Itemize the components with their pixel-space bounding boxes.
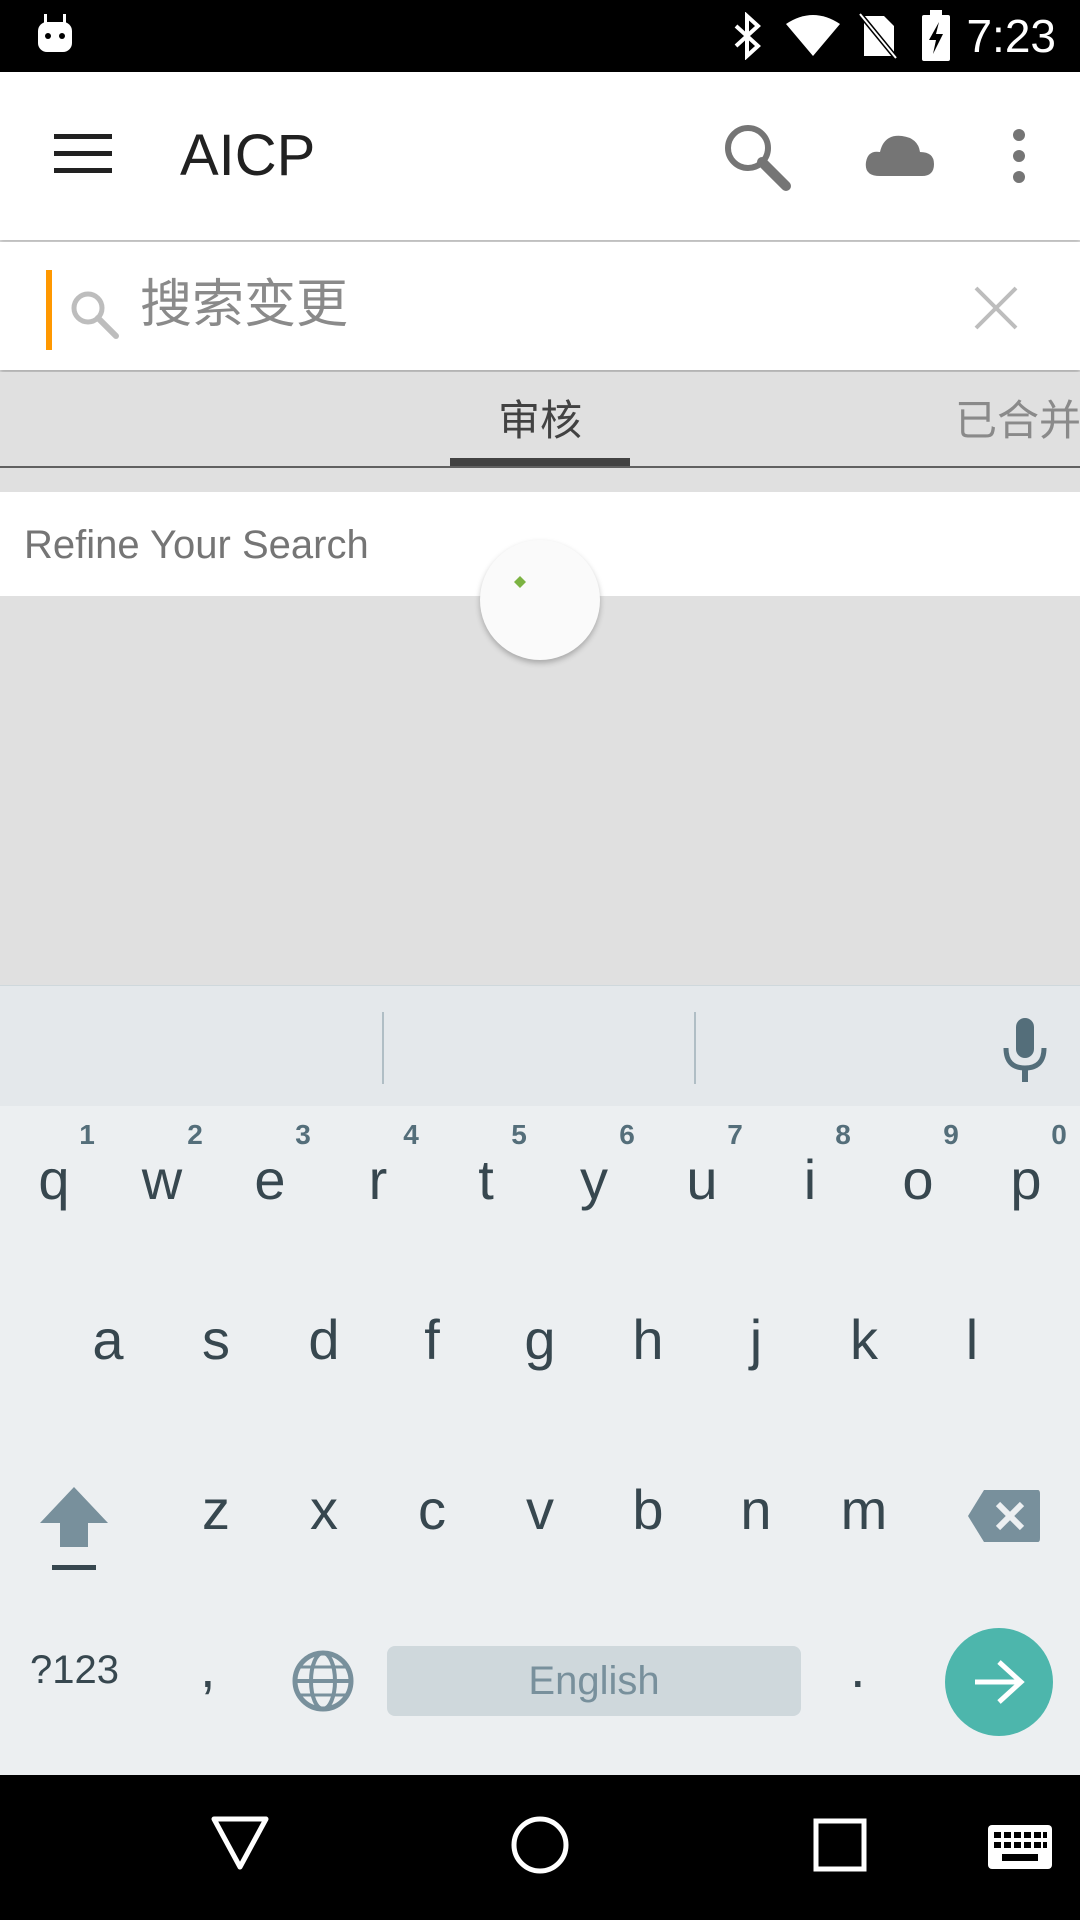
key-letter: s <box>202 1308 230 1371</box>
android-icon <box>38 14 72 52</box>
key-letter: z <box>202 1478 230 1541</box>
key-d[interactable]: d <box>270 1285 378 1445</box>
key-letter: h <box>632 1308 664 1371</box>
enter-button[interactable] <box>945 1628 1053 1736</box>
more-vert-icon[interactable] <box>1010 128 1028 184</box>
key-letter: p <box>1010 1148 1042 1211</box>
shift-icon[interactable] <box>38 1485 110 1575</box>
key-letter: c <box>418 1478 446 1541</box>
soft-keyboard: 1q 2w 3e 4r 5t 6y 7u 8i 9o 0p a s d f g … <box>0 985 1080 1775</box>
key-letter: i <box>803 1148 817 1211</box>
key-letter: g <box>524 1308 556 1371</box>
key-r[interactable]: 4r <box>324 1120 432 1280</box>
key-letter: t <box>478 1148 494 1211</box>
key-z[interactable]: z <box>162 1455 270 1615</box>
key-letter: o <box>902 1148 934 1211</box>
key-letter: r <box>368 1148 388 1211</box>
key-letter: u <box>686 1148 718 1211</box>
key-letter: k <box>850 1308 878 1371</box>
globe-icon[interactable] <box>292 1650 354 1712</box>
key-u[interactable]: 7u <box>648 1120 756 1280</box>
text-cursor <box>46 270 52 350</box>
key-letter: y <box>580 1148 608 1211</box>
refine-search-label: Refine Your Search <box>24 523 369 567</box>
key-m[interactable]: m <box>810 1455 918 1615</box>
key-letter: d <box>308 1308 340 1371</box>
bluetooth-icon <box>734 12 761 60</box>
status-time: 7:23 <box>966 10 1056 62</box>
microphone-icon[interactable] <box>1002 1018 1048 1084</box>
key-o[interactable]: 9o <box>864 1120 972 1280</box>
key-letter: a <box>92 1308 124 1371</box>
key-l[interactable]: l <box>918 1285 1026 1445</box>
period-key[interactable]: . <box>850 1635 866 1700</box>
key-q[interactable]: 1q <box>0 1120 108 1280</box>
tab-bar: 审核 已合并 <box>0 372 1080 468</box>
search-icon[interactable] <box>722 122 792 192</box>
wifi-icon <box>786 15 840 56</box>
comma-key[interactable]: , <box>200 1635 216 1700</box>
home-icon[interactable] <box>510 1815 570 1875</box>
suggestion-strip <box>0 985 1080 1106</box>
key-letter: e <box>254 1148 286 1211</box>
space-bar[interactable]: English <box>387 1646 801 1716</box>
search-field-icon <box>71 291 119 339</box>
key-x[interactable]: x <box>270 1455 378 1615</box>
key-letter: w <box>141 1148 183 1211</box>
loading-spinner <box>480 540 600 660</box>
navigation-bar <box>0 1775 1080 1920</box>
suggestion-divider <box>382 1012 384 1084</box>
symbols-key[interactable]: ?123 <box>30 1645 119 1695</box>
tab-review[interactable]: 审核 <box>450 396 630 446</box>
tab-merged[interactable]: 已合并 <box>955 396 1080 446</box>
key-n[interactable]: n <box>702 1455 810 1615</box>
key-letter: v <box>526 1478 554 1541</box>
key-y[interactable]: 6y <box>540 1120 648 1280</box>
key-letter: n <box>740 1478 772 1541</box>
search-input[interactable] <box>140 272 930 338</box>
key-letter: x <box>310 1478 338 1541</box>
key-p[interactable]: 0p <box>972 1120 1080 1280</box>
key-letter: q <box>38 1148 70 1211</box>
key-t[interactable]: 5t <box>432 1120 540 1280</box>
key-k[interactable]: k <box>810 1285 918 1445</box>
no-sim-icon <box>858 12 898 60</box>
key-b[interactable]: b <box>594 1455 702 1615</box>
key-f[interactable]: f <box>378 1285 486 1445</box>
key-letter: b <box>632 1478 664 1541</box>
tab-indicator <box>450 458 630 466</box>
backspace-icon[interactable] <box>966 1488 1042 1544</box>
key-a[interactable]: a <box>54 1285 162 1445</box>
status-bar: 7:23 <box>0 0 1080 72</box>
spinner-arc-icon <box>514 576 526 588</box>
recents-icon[interactable] <box>812 1817 868 1873</box>
key-h[interactable]: h <box>594 1285 702 1445</box>
key-letter: j <box>749 1308 763 1371</box>
suggestion-divider <box>694 1012 696 1084</box>
battery-charging-icon <box>922 10 950 61</box>
key-e[interactable]: 3e <box>216 1120 324 1280</box>
key-w[interactable]: 2w <box>108 1120 216 1280</box>
key-letter: m <box>840 1478 888 1541</box>
key-i[interactable]: 8i <box>756 1120 864 1280</box>
key-letter: l <box>965 1308 979 1371</box>
menu-icon[interactable] <box>54 132 112 176</box>
cloud-icon[interactable] <box>864 132 936 178</box>
key-v[interactable]: v <box>486 1455 594 1615</box>
app-title: AICP <box>180 123 316 188</box>
toolbar: AICP <box>0 72 1080 240</box>
key-c[interactable]: c <box>378 1455 486 1615</box>
key-j[interactable]: j <box>702 1285 810 1445</box>
keyboard-icon[interactable] <box>988 1825 1052 1869</box>
key-s[interactable]: s <box>162 1285 270 1445</box>
key-letter: f <box>424 1308 440 1371</box>
clear-search-icon[interactable] <box>974 286 1018 330</box>
key-g[interactable]: g <box>486 1285 594 1445</box>
back-icon[interactable] <box>210 1815 270 1871</box>
search-bar <box>0 242 1080 370</box>
arrow-right-icon <box>975 1660 1025 1704</box>
